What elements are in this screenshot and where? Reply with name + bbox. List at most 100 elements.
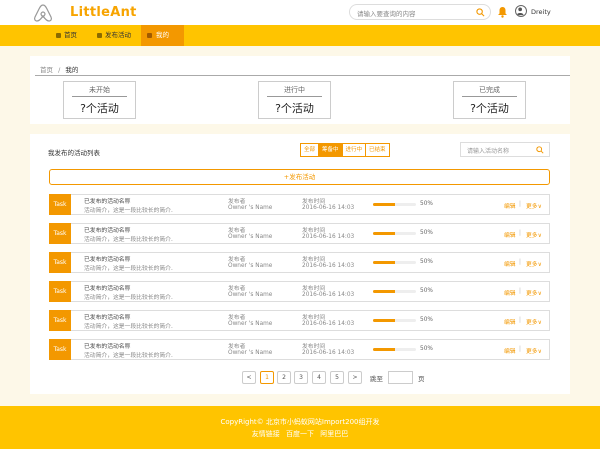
edit-link[interactable]: 编辑 xyxy=(504,288,516,297)
progress-bar xyxy=(373,203,416,206)
search-icon[interactable] xyxy=(536,146,544,154)
progress-fill xyxy=(373,348,395,351)
more-dropdown[interactable]: 更多∨ xyxy=(526,346,542,355)
time-label: 发布时间 xyxy=(302,199,326,205)
progress-fill xyxy=(373,261,395,264)
avatar-icon[interactable] xyxy=(515,5,527,17)
page-button-2[interactable]: 2 xyxy=(277,371,291,384)
footer-link-friends[interactable]: 友情链接 xyxy=(252,430,280,438)
page-button-3[interactable]: 3 xyxy=(294,371,308,384)
filter-preparing[interactable]: 筹备中 xyxy=(318,143,343,157)
more-dropdown[interactable]: 更多∨ xyxy=(526,288,542,297)
logo-text[interactable]: LittleAnt xyxy=(70,5,137,20)
publish-time: 2016-06-16 14:03 xyxy=(302,205,355,211)
next-page-button[interactable]: > xyxy=(348,371,362,384)
prev-page-button[interactable]: < xyxy=(242,371,256,384)
activity-row[interactable]: Task 已发布的活动名称 活动简介，这是一段比较长的简介. 发布者 Owner 's … xyxy=(49,310,550,331)
list-title: 我发布的活动列表 xyxy=(48,149,100,157)
more-dropdown[interactable]: 更多∨ xyxy=(526,201,542,210)
activity-row[interactable]: Task 已发布的活动名称 活动简介，这是一段比较长的简介. 发布者 Owner 's … xyxy=(49,223,550,244)
publish-time: 2016-06-16 14:03 xyxy=(302,321,355,327)
more-dropdown[interactable]: 更多∨ xyxy=(526,317,542,326)
filter-all[interactable]: 全部 xyxy=(300,143,320,157)
jump-page-input[interactable] xyxy=(388,371,413,384)
nav-dot-icon xyxy=(56,33,61,38)
edit-link[interactable]: 编辑 xyxy=(504,346,516,355)
action-separator: | xyxy=(519,259,521,265)
footer-link-baidu[interactable]: 百度一下 xyxy=(286,430,314,438)
owner-label: 发布者 xyxy=(228,286,246,292)
action-separator: | xyxy=(519,201,521,207)
progress-fill xyxy=(373,232,395,235)
owner-name: Owner 's Name xyxy=(228,263,273,269)
progress-fill xyxy=(373,319,395,322)
breadcrumb-home[interactable]: 首页 xyxy=(40,66,53,74)
stat-label: 已完成 xyxy=(462,85,517,97)
owner-name: Owner 's Name xyxy=(228,205,273,211)
nav-dot-icon xyxy=(97,33,102,38)
edit-link[interactable]: 编辑 xyxy=(504,259,516,268)
filter-ongoing[interactable]: 进行中 xyxy=(341,143,367,157)
owner-name: Owner 's Name xyxy=(228,321,273,327)
stat-value: ?个活动 xyxy=(80,102,119,115)
activity-row[interactable]: Task 已发布的活动名称 活动简介，这是一段比较长的简介. 发布者 Owner 's … xyxy=(49,281,550,302)
activity-desc: 活动简介，这是一段比较长的简介. xyxy=(84,353,173,359)
publish-activity-button[interactable]: +发布活动 xyxy=(49,169,550,185)
time-label: 发布时间 xyxy=(302,315,326,321)
bell-icon[interactable] xyxy=(497,6,508,18)
page-button-4[interactable]: 4 xyxy=(312,371,326,384)
activity-row[interactable]: Task 已发布的活动名称 活动简介，这是一段比较长的简介. 发布者 Owner 's … xyxy=(49,194,550,215)
owner-name: Owner 's Name xyxy=(228,234,273,240)
activity-name[interactable]: 已发布的活动名称 xyxy=(84,283,130,292)
username[interactable]: Dreity xyxy=(531,8,551,16)
edit-link[interactable]: 编辑 xyxy=(504,317,516,326)
jump-label: 跳至 xyxy=(370,375,383,383)
stat-completed: 已完成 ?个活动 xyxy=(453,81,526,119)
progress-text: 50% xyxy=(420,201,433,207)
more-dropdown[interactable]: 更多∨ xyxy=(526,230,542,239)
edit-link[interactable]: 编辑 xyxy=(504,230,516,239)
activity-desc: 活动简介，这是一段比较长的简介. xyxy=(84,266,173,272)
nav-item-label: 发布活动 xyxy=(105,31,131,39)
time-label: 发布时间 xyxy=(302,286,326,292)
nav-item-publish[interactable]: 发布活动 xyxy=(95,25,139,46)
activity-name[interactable]: 已发布的活动名称 xyxy=(84,225,130,234)
progress-text: 50% xyxy=(420,230,433,236)
progress-text: 50% xyxy=(420,259,433,265)
activity-name[interactable]: 已发布的活动名称 xyxy=(84,254,130,263)
activity-name[interactable]: 已发布的活动名称 xyxy=(84,312,130,321)
footer-link-alibaba[interactable]: 阿里巴巴 xyxy=(320,430,348,438)
nav-dot-icon xyxy=(147,33,152,38)
progress-fill xyxy=(373,203,395,206)
edit-link[interactable]: 编辑 xyxy=(504,201,516,210)
task-tag: Task xyxy=(49,339,71,360)
filter-ended[interactable]: 已结束 xyxy=(365,143,390,157)
nav-item-mine[interactable]: 我的 xyxy=(141,25,184,46)
page-button-1[interactable]: 1 xyxy=(260,371,274,384)
footer-links: 友情链接 百度一下 阿里巴巴 xyxy=(0,429,600,439)
progress-text: 50% xyxy=(420,346,433,352)
more-dropdown[interactable]: 更多∨ xyxy=(526,259,542,268)
activity-search-placeholder: 请输入活动名称 xyxy=(467,148,510,155)
global-search-input[interactable]: 请输入要查询的内容 xyxy=(349,4,491,20)
stat-not-started: 未开始 ?个活动 xyxy=(63,81,136,119)
activity-name[interactable]: 已发布的活动名称 xyxy=(84,196,130,205)
search-icon[interactable] xyxy=(476,8,485,17)
progress-fill xyxy=(373,290,395,293)
owner-label: 发布者 xyxy=(228,257,246,263)
top-header: LittleAnt 请输入要查询的内容 Dreity xyxy=(0,0,600,25)
publish-time: 2016-06-16 14:03 xyxy=(302,350,355,356)
task-tag: Task xyxy=(49,281,71,302)
activity-search-input[interactable]: 请输入活动名称 xyxy=(460,142,550,157)
logo-icon[interactable] xyxy=(33,3,53,22)
activity-row[interactable]: Task 已发布的活动名称 活动简介，这是一段比较长的简介. 发布者 Owner 's … xyxy=(49,252,550,273)
action-separator: | xyxy=(519,230,521,236)
stat-label: 未开始 xyxy=(72,85,127,97)
progress-bar xyxy=(373,348,416,351)
page-button-5[interactable]: 5 xyxy=(330,371,344,384)
time-label: 发布时间 xyxy=(302,228,326,234)
publish-time: 2016-06-16 14:03 xyxy=(302,292,355,298)
activity-name[interactable]: 已发布的活动名称 xyxy=(84,341,130,350)
nav-item-home[interactable]: 首页 xyxy=(54,25,88,46)
activity-row[interactable]: Task 已发布的活动名称 活动简介，这是一段比较长的简介. 发布者 Owner 's … xyxy=(49,339,550,360)
